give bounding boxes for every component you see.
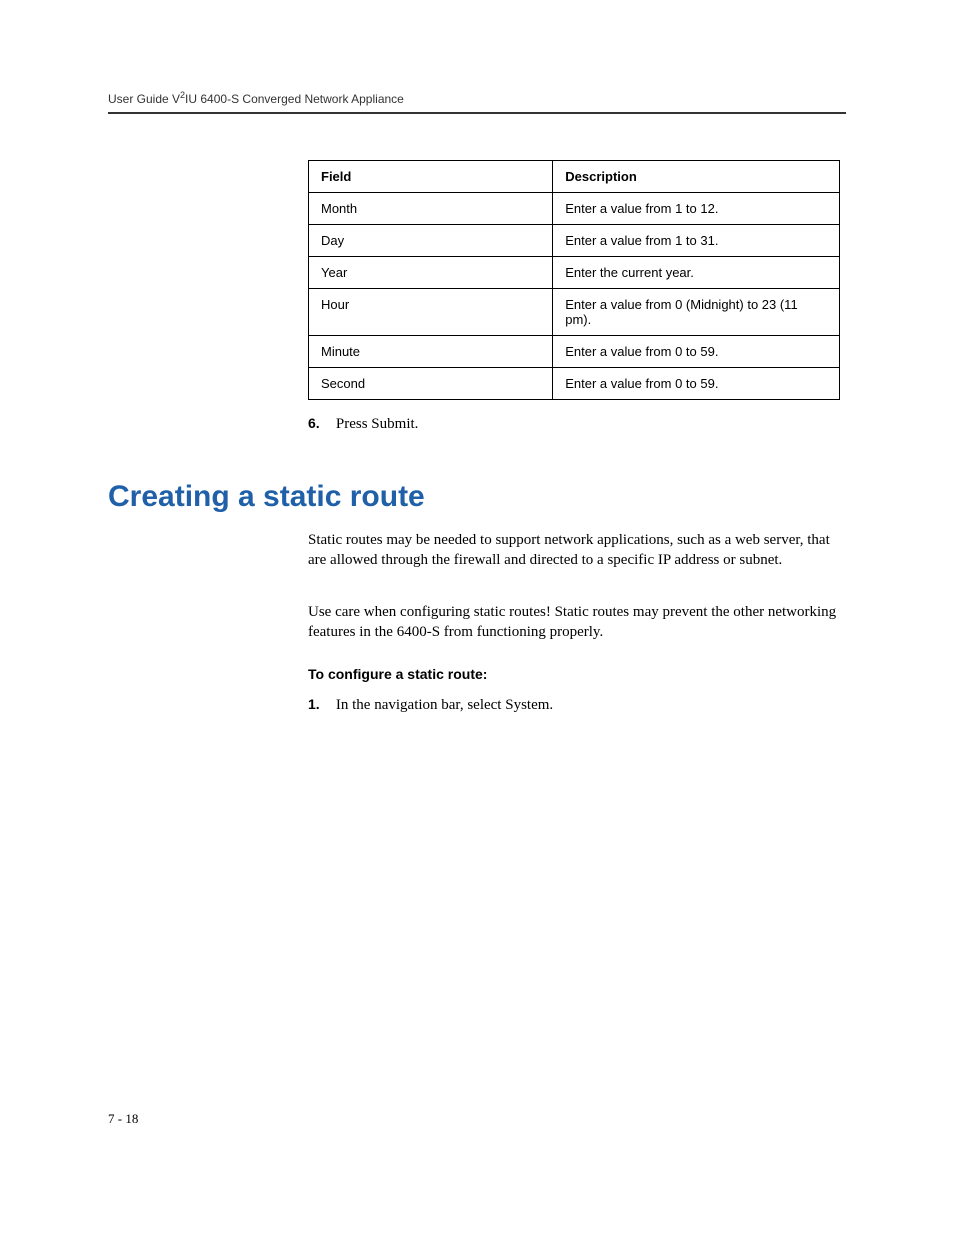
table-cell-field: Second [309,368,553,400]
header-suffix: IU 6400-S Converged Network Appliance [185,92,404,106]
table-cell-description: Enter a value from 1 to 31. [553,225,840,257]
step-1: 1. In the navigation bar, select System. [308,696,553,714]
table-cell-field: Year [309,257,553,289]
table-header-field: Field [309,161,553,193]
step-6: 6. Press Submit. [308,415,418,433]
table-cell-field: Month [309,193,553,225]
header-prefix: User Guide V [108,92,180,106]
step-number: 6. [308,415,332,431]
table-cell-field: Hour [309,289,553,336]
table-header-row: Field Description [309,161,840,193]
table-row: Day Enter a value from 1 to 31. [309,225,840,257]
table-cell-description: Enter a value from 0 to 59. [553,336,840,368]
field-description-table: Field Description Month Enter a value fr… [308,160,840,400]
table-cell-description: Enter a value from 0 to 59. [553,368,840,400]
step-text: In the navigation bar, select System. [336,697,553,713]
table-cell-description: Enter the current year. [553,257,840,289]
table-row: Hour Enter a value from 0 (Midnight) to … [309,289,840,336]
page-number: 7 - 18 [108,1111,138,1127]
page-header: User Guide V2IU 6400-S Converged Network… [108,92,846,106]
table-cell-description: Enter a value from 0 (Midnight) to 23 (1… [553,289,840,336]
header-divider [108,112,846,114]
section-paragraph-2: Use care when configuring static routes!… [308,602,840,643]
table-cell-field: Minute [309,336,553,368]
step-number: 1. [308,696,332,712]
table-row: Year Enter the current year. [309,257,840,289]
table-row: Minute Enter a value from 0 to 59. [309,336,840,368]
step-text: Press Submit. [336,416,419,432]
table-header-description: Description [553,161,840,193]
section-heading: Creating a static route [108,480,425,514]
table-cell-description: Enter a value from 1 to 12. [553,193,840,225]
table-row: Second Enter a value from 0 to 59. [309,368,840,400]
subheading: To configure a static route: [308,666,487,682]
table-cell-field: Day [309,225,553,257]
table-row: Month Enter a value from 1 to 12. [309,193,840,225]
section-paragraph-1: Static routes may be needed to support n… [308,530,840,571]
